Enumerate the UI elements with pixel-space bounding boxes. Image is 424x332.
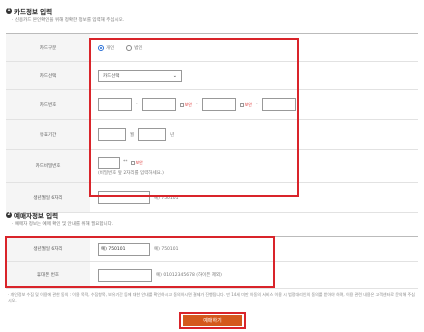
- card-type-corporate-radio[interactable]: 법인: [126, 44, 143, 51]
- security-check-2[interactable]: 보안: [239, 101, 252, 108]
- checkbox-icon: [179, 102, 184, 107]
- privacy-notice: · 개인정보 수집 및 이용에 관한 동의 : 이용 목적, 수집항목, 보유기…: [8, 292, 415, 303]
- buyer-phone-example: 예) 01012345678 (하이픈 제외): [156, 273, 222, 278]
- card-password-row: 카드비밀번호 ** 보안 (비밀번호 앞 2자리를 입력하세요.): [6, 150, 418, 183]
- expiry-year-unit: 년: [170, 132, 175, 138]
- security-check-label: 보안: [244, 101, 252, 107]
- card-type-personal-radio[interactable]: 개인: [98, 44, 115, 51]
- card-number-input-1[interactable]: [98, 98, 132, 111]
- card-type-label: 카드구분: [6, 34, 90, 61]
- card-select-row: 카드선택 카드선택 ⌄: [6, 62, 418, 90]
- card-password-input[interactable]: [98, 156, 120, 169]
- card-info-table: 카드구분 개인 법인 카드선택 카드선택 ⌄ 카드번호 - 보안 - 보안 - …: [6, 33, 418, 213]
- card-type-row: 카드구분 개인 법인: [6, 34, 418, 62]
- expiry-row: 유효기간 월 년: [6, 120, 418, 150]
- card-section-desc: · 신용카드 본인확인을 위해 정확한 정보를 입력해 주십시오.: [12, 18, 125, 23]
- card-number-input-2[interactable]: [141, 98, 176, 111]
- buyer-phone-input[interactable]: [98, 268, 152, 282]
- birth-input[interactable]: [98, 191, 150, 204]
- buyer-birth-example: 예) 750101: [154, 247, 179, 252]
- extra-section-title-text: 예매자정보 입력: [14, 212, 59, 220]
- expiry-label: 유효기간: [6, 120, 90, 149]
- card-password-label: 카드비밀번호: [6, 150, 90, 182]
- reserve-button[interactable]: 예매하기: [183, 315, 242, 326]
- expiry-month-unit: 월: [130, 132, 135, 138]
- card-number-dash: -: [196, 102, 198, 107]
- card-number-input-4[interactable]: [261, 98, 296, 111]
- chevron-down-icon: ⌄: [172, 72, 177, 79]
- card-type-corporate-label: 법인: [134, 45, 143, 51]
- radio-empty-icon: [126, 44, 133, 51]
- security-check-label: 보안: [184, 101, 192, 107]
- extra-section-title: 2 예매자정보 입력: [6, 210, 58, 220]
- card-type-personal-label: 개인: [106, 45, 115, 51]
- highlight-box-submit: 예매하기: [179, 312, 246, 329]
- expiry-month-input[interactable]: [98, 128, 126, 141]
- birth-label: 생년월일 6자리: [6, 183, 90, 212]
- card-section-title-text: 카드정보 입력: [14, 8, 53, 16]
- checkbox-icon: [239, 102, 244, 107]
- buyer-phone-row: 휴대폰 번호 예) 01012345678 (하이픈 제외): [6, 262, 418, 289]
- card-select-dropdown[interactable]: 카드선택 ⌄: [98, 69, 182, 82]
- security-check-3[interactable]: 보안: [130, 159, 143, 166]
- expiry-year-input[interactable]: [138, 128, 167, 141]
- birth-row: 생년월일 6자리 예) 750101: [6, 183, 418, 213]
- extra-section-desc: · 예매자 정보는 예매 확인 및 안내를 위해 필요합니다.: [12, 222, 114, 227]
- card-select-value: 카드선택: [103, 73, 120, 79]
- birth-example: 예) 750101: [154, 195, 179, 201]
- card-number-input-3[interactable]: [201, 98, 236, 111]
- section-number-1: 1: [6, 8, 12, 14]
- checkbox-icon: [130, 160, 135, 165]
- card-section-title: 1 카드정보 입력: [6, 6, 52, 16]
- card-number-label: 카드번호: [6, 90, 90, 119]
- card-number-dash: -: [256, 102, 258, 107]
- card-number-dash: -: [136, 102, 138, 107]
- card-password-hint: (비밀번호 앞 2자리를 입력하세요.): [98, 170, 164, 176]
- card-select-label: 카드선택: [6, 62, 90, 89]
- card-password-mask: **: [123, 160, 128, 165]
- buyer-phone-label: 휴대폰 번호: [6, 262, 90, 288]
- buyer-info-table: 생년월일 6자리 예) 750101 예) 750101 휴대폰 번호 예) 0…: [6, 236, 418, 289]
- section-number-2: 2: [6, 212, 12, 218]
- security-check-1[interactable]: 보안: [179, 101, 192, 108]
- security-check-label: 보안: [135, 159, 143, 165]
- buyer-birth-label: 생년월일 6자리: [6, 237, 90, 261]
- buyer-birth-input[interactable]: 예) 750101: [98, 242, 150, 256]
- card-number-row: 카드번호 - 보안 - 보안 -: [6, 90, 418, 120]
- radio-selected-icon: [98, 44, 104, 51]
- buyer-birth-row: 생년월일 6자리 예) 750101 예) 750101: [6, 237, 418, 262]
